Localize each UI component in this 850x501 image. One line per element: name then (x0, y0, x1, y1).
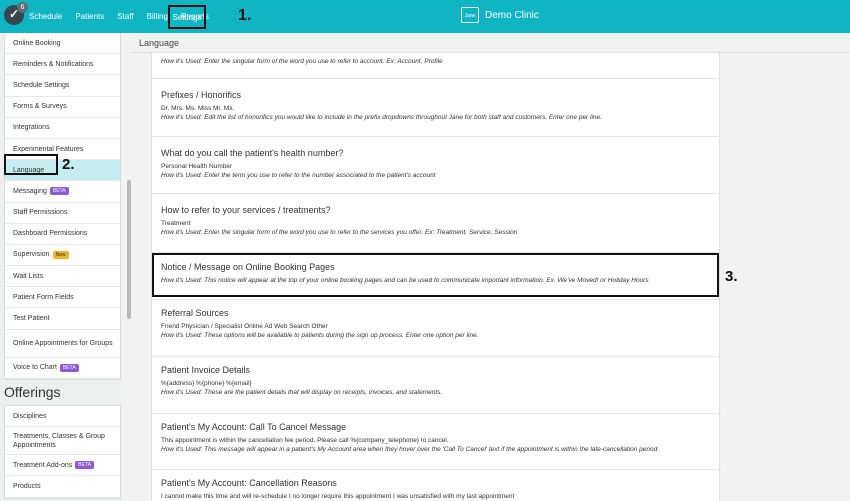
language-highlight-box (4, 154, 58, 175)
sidebar-item-label: Staff Permissions (13, 209, 68, 217)
section-cancellation-reasons[interactable]: Patient's My Account: Cancellation Reaso… (152, 470, 721, 501)
section-value[interactable]: This appointment is within the cancellat… (161, 437, 721, 444)
app-logo[interactable]: ✓ 6 (4, 2, 28, 25)
new-badge: New (52, 250, 69, 259)
sidebar-item-label: Products (13, 482, 41, 490)
section-title: What do you call the patient's health nu… (161, 148, 344, 158)
sidebar-item-wait-lists[interactable]: Wait Lists (5, 266, 120, 288)
sidebar-item-label: Reminders & Notifications (13, 60, 94, 68)
sidebar-item-label: Treatments, Classes & Group Appointments (13, 432, 105, 449)
sidebar-item-label: Disciplines (13, 412, 47, 420)
step-annotation-3: 3. (725, 268, 738, 285)
sidebar-item-test-patient[interactable]: Test Patient (5, 308, 120, 330)
step-annotation-1: 1. (238, 7, 252, 24)
clinic-switcher[interactable]: Jane Demo Clinic (461, 7, 539, 23)
sidebar-item-dashboard-permissions[interactable]: Dashboard Permissions (5, 224, 120, 245)
sidebar-item-label: Online Booking (13, 39, 61, 47)
sidebar-item-label: Wait Lists (13, 272, 44, 280)
section-title: Referral Sources (161, 308, 229, 318)
notification-count-badge: 6 (17, 2, 28, 13)
sidebar-item-messaging[interactable]: Messaging BETA (5, 181, 120, 203)
notice-highlight-box (152, 253, 719, 297)
clinic-name: Demo Clinic (485, 9, 539, 21)
nav-patients[interactable]: Patients (75, 12, 104, 21)
section-title: How to refer to your services / treatmen… (161, 205, 331, 215)
section-invoice-details[interactable]: Patient Invoice Details %{address} %{pho… (152, 357, 721, 414)
sidebar-item-treatments[interactable]: Treatments, Classes & Group Appointments (5, 427, 120, 456)
settings-menu: Online Booking Reminders & Notifications… (4, 33, 121, 380)
settings-sidebar: Online Booking Reminders & Notifications… (0, 33, 121, 501)
section-referral-sources[interactable]: Referral Sources Friend Physician / Spec… (152, 300, 721, 357)
section-help: How it's Used: This message will appear … (161, 446, 660, 453)
offerings-heading: Offerings (4, 384, 61, 400)
sidebar-item-schedule-settings[interactable]: Schedule Settings (5, 75, 120, 97)
sidebar-item-staff-permissions[interactable]: Staff Permissions (5, 203, 120, 224)
section-help: How it's Used: Enter the term you use to… (161, 172, 436, 179)
sidebar-scrollbar[interactable] (127, 180, 131, 319)
nav-billing[interactable]: Billing (147, 12, 168, 21)
section-help: How it's Used: Edit the list of honorifi… (161, 114, 602, 121)
sidebar-item-treatment-addons[interactable]: Treatment Add-ons BETA (5, 455, 120, 477)
section-title: Patient's My Account: Call To Cancel Mes… (161, 422, 347, 432)
section-call-to-cancel[interactable]: Patient's My Account: Call To Cancel Mes… (152, 414, 721, 470)
section-help: How it's Used: Enter the singular form o… (161, 229, 518, 236)
nav-schedule[interactable]: Schedule (29, 12, 62, 21)
sidebar-item-label: Dashboard Permissions (13, 230, 88, 238)
section-help: How it's Used: These are the patient det… (161, 389, 443, 396)
sidebar-item-online-appointments-groups[interactable]: Online Appointments for Groups (5, 330, 120, 358)
section-health-number[interactable]: What do you call the patient's health nu… (152, 137, 721, 194)
section-title: Patient Invoice Details (161, 365, 251, 375)
sidebar-item-label: Supervision (13, 251, 50, 259)
section-account-term[interactable]: How it's Used: Enter the singular form o… (152, 53, 721, 79)
sidebar-item-patient-form-fields[interactable]: Patient Form Fields (5, 287, 120, 309)
section-services[interactable]: How to refer to your services / treatmen… (152, 194, 721, 253)
sidebar-item-label: Treatment Add-ons (13, 461, 73, 469)
sidebar-item-voice-to-chart[interactable]: Voice to Chart BETA (5, 358, 120, 379)
sidebar-item-label: Online Appointments for Groups (13, 339, 113, 347)
section-help: How it's Used: Enter the singular form o… (161, 58, 443, 65)
sidebar-item-label: Integrations (13, 124, 50, 132)
sidebar-item-disciplines[interactable]: Disciplines (5, 406, 120, 428)
sidebar-item-online-booking[interactable]: Online Booking (5, 33, 120, 55)
sidebar-item-integrations[interactable]: Integrations (5, 118, 120, 139)
top-navigation-bar: ✓ 6 Schedule Patients Staff Billing Repo… (0, 0, 850, 33)
step-annotation-2: 2. (62, 156, 75, 173)
section-value[interactable]: %{address} %{phone} %{email} (161, 380, 721, 387)
page-title: Language (139, 38, 180, 48)
section-help: How it's Used: These options will be ava… (161, 332, 479, 339)
sidebar-item-label: Forms & Surveys (13, 103, 67, 111)
section-value[interactable]: I cannot make this time and will re-sche… (161, 493, 721, 500)
sidebar-item-label: Experimental Features (13, 145, 84, 153)
sidebar-item-products[interactable]: Products (5, 476, 120, 498)
nav-settings[interactable]: Settings (168, 5, 206, 29)
sidebar-item-reminders[interactable]: Reminders & Notifications (5, 54, 120, 76)
section-prefixes[interactable]: Prefixes / Honorifics Dr. Mrs. Ms. Miss … (152, 79, 721, 137)
section-title: Prefixes / Honorifics (161, 90, 242, 100)
clinic-logo-icon: Jane (461, 7, 479, 23)
section-value[interactable]: Dr. Mrs. Ms. Miss Mr. Mx. (161, 105, 721, 112)
sidebar-item-label: Patient Form Fields (13, 293, 74, 301)
nav-staff[interactable]: Staff (117, 12, 133, 21)
beta-badge: BETA (59, 363, 79, 372)
sidebar-item-label: Schedule Settings (13, 81, 70, 89)
sidebar-item-label: Messaging (13, 187, 47, 195)
section-value[interactable]: Friend Physician / Specialist Online Ad … (161, 323, 721, 330)
sidebar-item-label: Test Patient (13, 315, 50, 323)
beta-badge: BETA (75, 461, 94, 470)
sidebar-item-label: Voice to Chart (13, 364, 57, 372)
sidebar-item-forms-surveys[interactable]: Forms & Surveys (5, 97, 120, 118)
offerings-menu: Disciplines Treatments, Classes & Group … (4, 405, 121, 499)
section-title: Patient's My Account: Cancellation Reaso… (161, 478, 337, 488)
section-value[interactable]: Personal Health Number (161, 163, 721, 170)
sidebar-item-supervision[interactable]: Supervision New (5, 245, 120, 267)
section-value[interactable]: Treatment (161, 220, 721, 227)
beta-badge: BETA (49, 187, 69, 196)
